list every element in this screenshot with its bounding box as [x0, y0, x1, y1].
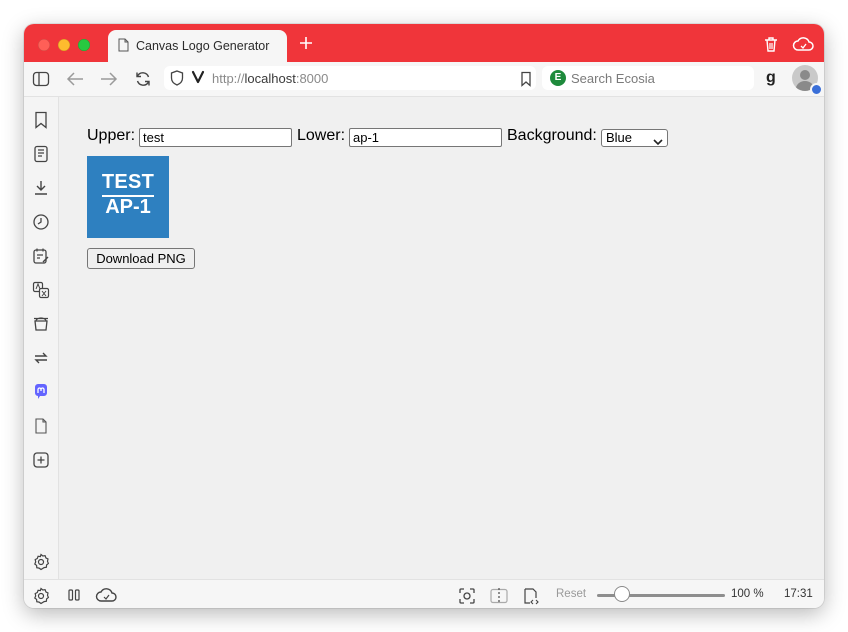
minimize-window-button[interactable]	[58, 39, 70, 51]
background-selected-value: Blue	[606, 130, 633, 145]
page-content: Upper: test Lower: ap-1 Background: Blue…	[59, 97, 824, 579]
lower-input[interactable]: ap-1	[349, 128, 502, 147]
translate-icon[interactable]	[32, 281, 50, 304]
sync-cloud-icon[interactable]	[792, 35, 814, 58]
url-host: localhost	[244, 71, 296, 86]
add-panel-icon[interactable]	[32, 451, 50, 474]
url-text: http://localhost:8000	[212, 71, 328, 86]
trash-icon[interactable]	[762, 35, 780, 58]
notes-icon[interactable]	[32, 247, 50, 270]
url-port: :8000	[295, 71, 329, 86]
history-icon[interactable]	[32, 213, 50, 236]
bookmark-icon[interactable]	[520, 71, 532, 92]
bookmarks-panel-icon[interactable]	[32, 111, 50, 134]
panel-toggle-icon[interactable]	[32, 70, 50, 93]
background-select[interactable]: Blue	[601, 129, 668, 147]
settings-gear-icon[interactable]	[32, 553, 50, 576]
url-scheme: http://	[212, 71, 245, 86]
search-field[interactable]: E Search Ecosia	[542, 66, 754, 90]
side-panel	[24, 97, 59, 579]
mastodon-icon[interactable]	[32, 383, 50, 406]
reload-icon[interactable]	[134, 70, 152, 93]
forward-arrow-icon[interactable]	[99, 70, 119, 93]
url-field[interactable]: http://localhost:8000	[164, 66, 536, 90]
logo-upper-text: TEST	[101, 171, 155, 193]
zoom-reset-button[interactable]: Reset	[556, 588, 586, 600]
document-icon[interactable]	[32, 417, 50, 440]
close-window-button[interactable]	[38, 39, 50, 51]
cloud-icon[interactable]	[95, 587, 117, 608]
upper-label: Upper:	[87, 127, 136, 144]
logo-canvas: TEST AP-1	[87, 156, 169, 238]
download-png-button[interactable]: Download PNG	[87, 248, 195, 269]
tile-pause-icon[interactable]	[66, 587, 82, 608]
vivaldi-icon	[191, 70, 205, 89]
avatar-badge	[810, 83, 823, 96]
settings-icon[interactable]	[32, 587, 50, 608]
upper-input[interactable]: test	[139, 128, 292, 147]
background-label: Background:	[507, 127, 597, 144]
downloads-icon[interactable]	[32, 179, 50, 202]
tab-title: Canvas Logo Generator	[136, 39, 270, 53]
tab-canvas-logo-generator[interactable]: Canvas Logo Generator	[108, 30, 287, 62]
back-arrow-icon[interactable]	[65, 70, 85, 93]
maximize-window-button[interactable]	[78, 39, 90, 51]
chevron-down-icon	[653, 134, 663, 150]
search-placeholder: Search Ecosia	[571, 71, 655, 86]
clock: 17:31	[784, 588, 813, 600]
profile-letter[interactable]: g	[766, 69, 776, 87]
address-bar-row: http://localhost:8000 E Search Ecosia g	[24, 62, 824, 97]
lower-label: Lower:	[297, 127, 346, 144]
sync-icon[interactable]	[32, 349, 50, 372]
page-actions-icon[interactable]	[522, 587, 540, 608]
status-bar: Reset 100 % 17:31	[24, 579, 824, 608]
logo-lower-text: AP-1	[105, 196, 151, 218]
page-tiling-icon[interactable]	[489, 587, 509, 608]
browser-window: Canvas Logo Generator http://localhost:8…	[24, 24, 824, 608]
capture-icon[interactable]	[458, 587, 476, 608]
ecosia-icon: E	[550, 70, 566, 86]
title-bar: Canvas Logo Generator	[24, 24, 824, 62]
new-tab-button[interactable]	[298, 35, 314, 56]
zoom-level: 100 %	[731, 588, 764, 600]
reading-list-icon[interactable]	[32, 145, 50, 168]
zoom-slider-thumb[interactable]	[614, 586, 630, 602]
shield-icon[interactable]	[170, 70, 184, 91]
page-icon	[118, 38, 129, 57]
window-panel-icon[interactable]	[32, 315, 50, 338]
